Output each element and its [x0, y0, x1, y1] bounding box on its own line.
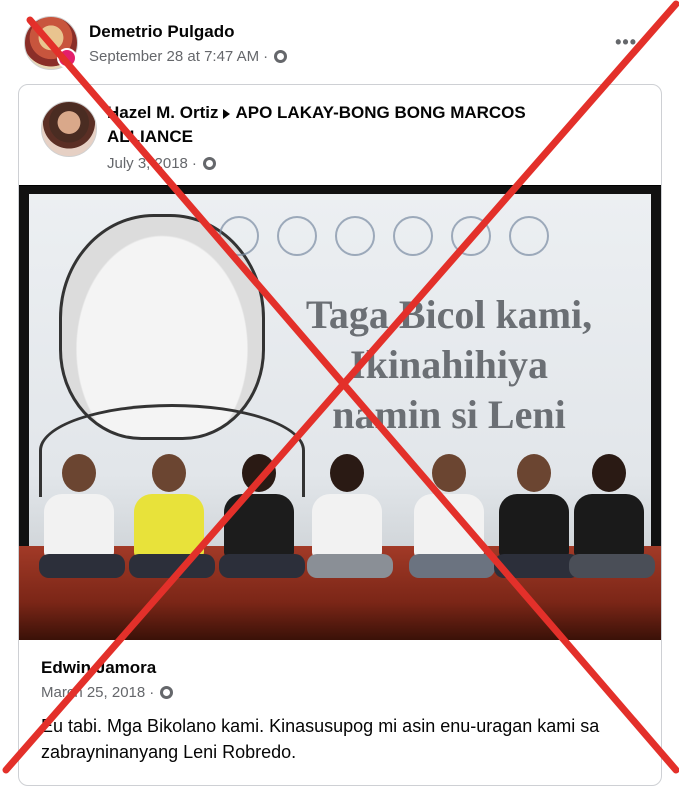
globe-icon[interactable]	[202, 157, 216, 170]
poster-name[interactable]: Demetrio Pulgado	[89, 22, 234, 42]
shared-post-card: Hazel M. Ortiz APO LAKAY-BONG BONG MARCOS…	[18, 84, 662, 786]
comment-author[interactable]: Edwin Jamora	[41, 658, 621, 678]
person	[219, 454, 305, 584]
shared-post-meta: July 3, 2018 ·	[107, 155, 216, 172]
seal-icon	[451, 216, 491, 256]
seal-icon	[335, 216, 375, 256]
post-photo[interactable]: Taga Bicol kami, Ikinahihiya namin si Le…	[19, 185, 661, 640]
seal-icon	[509, 216, 549, 256]
globe-icon[interactable]	[274, 50, 288, 63]
post-timestamp[interactable]: September 28 at 7:47 AM	[89, 48, 259, 65]
person	[494, 454, 580, 584]
post-meta: September 28 at 7:47 AM ·	[89, 48, 288, 65]
person	[307, 454, 393, 584]
person	[129, 454, 215, 584]
seal-icon	[393, 216, 433, 256]
shared-author-name[interactable]: Hazel M. Ortiz	[107, 103, 218, 122]
embedded-comment: Edwin Jamora March 25, 2018 · Eu tabi. M…	[41, 658, 621, 765]
logo-row	[219, 216, 549, 256]
group-of-people	[39, 444, 655, 584]
shared-post-title: Hazel M. Ortiz APO LAKAY-BONG BONG MARCOS…	[107, 101, 607, 149]
slogan-line: Taga Bicol kami,	[305, 292, 593, 337]
person	[409, 454, 495, 584]
comment-timestamp[interactable]: March 25, 2018	[41, 684, 145, 701]
slogan-line: Ikinahihiya	[350, 342, 548, 387]
badge-icon	[57, 48, 77, 68]
arrow-right-icon	[223, 108, 231, 119]
slogan-line: namin si Leni	[332, 392, 566, 437]
shared-timestamp[interactable]: July 3, 2018	[107, 155, 188, 172]
comment-meta: March 25, 2018 ·	[41, 684, 621, 701]
shared-author-avatar[interactable]	[41, 101, 97, 157]
seal-icon	[277, 216, 317, 256]
more-options-button[interactable]: •••	[615, 32, 637, 53]
person	[39, 454, 125, 584]
globe-icon[interactable]	[160, 686, 174, 699]
seal-icon	[219, 216, 259, 256]
comment-text: Eu tabi. Mga Bikolano kami. Kinasusupog …	[41, 716, 600, 762]
person	[569, 454, 655, 584]
banner-slogan: Taga Bicol kami, Ikinahihiya namin si Le…	[249, 290, 649, 440]
